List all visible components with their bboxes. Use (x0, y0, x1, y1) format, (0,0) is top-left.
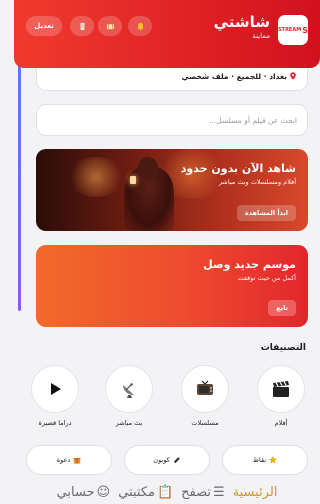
app-logo[interactable]: S STREAM (278, 15, 308, 45)
pill-label: نقاط (252, 456, 267, 464)
gift-icon (73, 458, 81, 464)
brand: شاشتي مماينة (214, 13, 270, 41)
category-live[interactable]: بث مباشر (104, 365, 154, 427)
location-text: بغداد · للجميع · ملف شخصي (181, 71, 287, 81)
hero-phone-image (130, 176, 136, 184)
tv-icon (197, 380, 213, 395)
promo-title: موسم جديد وصل (203, 258, 296, 271)
star-icon (269, 456, 277, 464)
promo-subtitle: أكمل من حيث توقفت (237, 274, 296, 282)
tab-label: الرئيسية (232, 484, 278, 500)
smiley-icon: ☺ (96, 484, 111, 500)
scrollbar[interactable] (18, 53, 21, 311)
invite-button[interactable]: دعوة (26, 445, 112, 475)
menu-icon: ☰ (213, 484, 225, 500)
hero-subtitle: أفلام ومسلسلات وبث مباشر (218, 178, 296, 186)
clipboard-icon: 📋 (156, 484, 174, 500)
tab-browse[interactable]: ☰تصفح (181, 485, 227, 500)
device-button[interactable] (70, 16, 94, 36)
tab-label: مكتبتي (118, 484, 155, 500)
clapperboard-icon (273, 381, 289, 397)
app-header: S STREAM شاشتي مماينة تعديل (14, 0, 320, 68)
start-watching-button[interactable]: ابدأ المشاهدة (236, 205, 296, 221)
continue-button[interactable]: تابع (268, 300, 296, 316)
promo-text: موسم جديد وصل أكمل من حيث توقفت (203, 257, 296, 284)
rewards-row: نقاط كوبون دعوة (14, 445, 320, 475)
category-label: أفلام (274, 419, 288, 427)
category-circle (31, 365, 79, 413)
ticket-icon (173, 457, 180, 464)
hero-person-head (138, 157, 158, 179)
media-button[interactable] (98, 16, 122, 36)
film-icon (106, 23, 114, 29)
app-title: شاشتي (213, 13, 270, 31)
notifications-button[interactable] (128, 16, 152, 36)
satellite-dish-icon (123, 383, 134, 398)
pin-icon (290, 72, 296, 80)
bell-icon (136, 22, 144, 31)
categories-row: أفلام مسلسلات بث مباشر دراما قصيرة (14, 365, 320, 435)
tab-account[interactable]: ☺حسابي (57, 485, 113, 500)
play-icon (51, 383, 61, 395)
category-label: بث مباشر (115, 419, 143, 427)
main-content: بغداد · للجميع · ملف شخصي ابحث عن فيلم أ… (14, 0, 320, 504)
category-series[interactable]: مسلسلات (180, 365, 230, 427)
phone-icon (80, 22, 84, 30)
hero-text: شاهد الآن بدون حدود أفلام ومسلسلات وبث م… (181, 161, 296, 188)
tab-label: تصفح (181, 484, 211, 500)
category-short-drama[interactable]: دراما قصيرة (30, 365, 80, 427)
logo-text: STREAM (278, 27, 302, 33)
search-input[interactable]: ابحث عن فيلم أو مسلسل... (36, 104, 308, 136)
category-label: دراما قصيرة (38, 419, 72, 427)
hero-light (66, 157, 126, 197)
hero-title: شاهد الآن بدون حدود (180, 162, 296, 175)
category-label: مسلسلات (191, 419, 219, 427)
categories-title: التصنيفات (260, 343, 306, 353)
category-circle (257, 365, 305, 413)
hero-banner[interactable]: شاهد الآن بدون حدود أفلام ومسلسلات وبث م… (36, 149, 308, 231)
tab-label: حسابي (56, 484, 95, 500)
tab-home[interactable]: الرئيسية (233, 485, 278, 500)
app-screen: بغداد · للجميع · ملف شخصي ابحث عن فيلم أ… (14, 0, 320, 504)
coupon-button[interactable]: كوبون (124, 445, 210, 475)
category-circle (105, 365, 153, 413)
points-button[interactable]: نقاط (222, 445, 308, 475)
category-movies[interactable]: أفلام (256, 365, 306, 427)
pill-label: دعوة (56, 456, 71, 464)
promo-banner[interactable]: موسم جديد وصل أكمل من حيث توقفت تابع (36, 245, 308, 327)
tab-library[interactable]: 📋مكتبتي (118, 485, 175, 500)
category-circle (181, 365, 229, 413)
pill-label: كوبون (153, 456, 170, 464)
edit-button[interactable]: تعديل (26, 16, 62, 36)
app-subtitle: مماينة (252, 32, 270, 40)
bottom-tab-bar: الرئيسية ☰تصفح 📋مكتبتي ☺حسابي (14, 480, 320, 504)
search-placeholder: ابحث عن فيلم أو مسلسل... (209, 115, 297, 125)
